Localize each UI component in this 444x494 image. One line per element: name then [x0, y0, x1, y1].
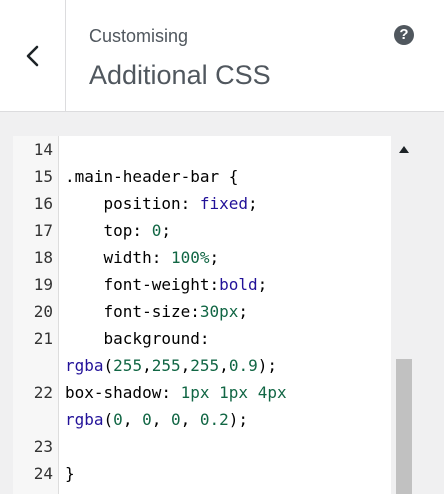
- line-number: 16: [33, 194, 53, 213]
- code-token: 255: [113, 356, 143, 375]
- code-line: 23: [13, 433, 391, 460]
- code-text: font-size:30px;: [65, 298, 249, 325]
- back-button[interactable]: [0, 0, 66, 111]
- code-token: 0: [151, 221, 162, 240]
- scroll-up-button[interactable]: [391, 136, 417, 162]
- code-token: ,: [180, 410, 200, 429]
- line-number: 22: [33, 383, 53, 402]
- help-icon[interactable]: ?: [394, 25, 414, 45]
- code-text: background:: [65, 325, 210, 352]
- line-number: 24: [33, 464, 53, 483]
- line-number: 14: [33, 140, 53, 159]
- code-token: ,: [151, 410, 171, 429]
- code-token: 30px: [199, 302, 239, 321]
- code-token: ,: [122, 410, 143, 429]
- code-token: font-weight:: [65, 275, 220, 294]
- line-number: 21: [33, 329, 53, 348]
- code-token: 1px: [180, 383, 210, 402]
- code-token: 100%: [170, 248, 210, 267]
- css-code-editor[interactable]: 14 15 .main-header-bar { 16 position: fixed…: [13, 136, 391, 494]
- code-token: rgba: [65, 356, 104, 375]
- code-text: box-shadow: 1px 1px 4px: [65, 379, 287, 406]
- code-line: 19 font-weight:bold;: [13, 271, 391, 298]
- code-token: 255: [190, 356, 220, 375]
- code-token: bold: [219, 275, 258, 294]
- arrow-up-icon: [399, 145, 409, 153]
- code-token: 0.2: [199, 410, 229, 429]
- line-number: 18: [33, 248, 53, 267]
- code-token: position:: [65, 194, 200, 213]
- code-token: rgba: [65, 410, 104, 429]
- code-token: ;: [161, 221, 171, 240]
- code-token: 0: [142, 410, 152, 429]
- line-number: 23: [33, 437, 53, 456]
- code-token: );: [257, 356, 277, 375]
- code-text: width: 100%;: [65, 244, 220, 271]
- code-token: ,: [219, 356, 229, 375]
- code-token: 255: [151, 356, 181, 375]
- code-token: fixed: [199, 194, 249, 213]
- code-token: 0: [170, 410, 181, 429]
- code-line: 21 background:: [13, 325, 391, 352]
- code-token: ;: [248, 194, 258, 213]
- code-token: 0.9: [228, 356, 258, 375]
- code-line: rgba(0, 0, 0, 0.2);: [13, 406, 391, 433]
- editor-scrollbar[interactable]: [391, 136, 417, 494]
- panel-subtitle: Customising: [89, 26, 189, 46]
- code-line: 18 width: 100%;: [13, 244, 391, 271]
- code-text: }: [65, 460, 75, 487]
- code-text: rgba(0, 0, 0, 0.2);: [65, 406, 248, 433]
- line-number: 19: [33, 275, 53, 294]
- code-line: 17 top: 0;: [13, 217, 391, 244]
- code-token: 1px: [219, 383, 249, 402]
- code-token: (: [103, 410, 114, 429]
- scrollbar-thumb[interactable]: [396, 359, 412, 494]
- code-token: 0: [113, 410, 123, 429]
- code-token: ;: [209, 248, 220, 267]
- code-line: 15 .main-header-bar {: [13, 163, 391, 190]
- code-token: font-size:: [65, 302, 200, 321]
- code-token: top:: [65, 221, 152, 240]
- code-text: rgba(255,255,255,0.9);: [65, 352, 277, 379]
- code-text: top: 0;: [65, 217, 171, 244]
- panel-title: Additional CSS: [89, 60, 271, 90]
- customizer-header: Customising Additional CSS ?: [0, 0, 444, 112]
- code-line: 24}: [13, 460, 391, 487]
- code-token: 4px: [257, 383, 287, 402]
- chevron-left-icon: [26, 45, 38, 66]
- code-token: width:: [65, 248, 171, 267]
- code-token: }: [65, 464, 75, 483]
- code-text: .main-header-bar {: [65, 163, 238, 190]
- code-token: );: [228, 410, 249, 429]
- code-text: font-weight:bold;: [65, 271, 268, 298]
- code-token: box-shadow:: [65, 383, 181, 402]
- code-token: ,: [180, 356, 191, 375]
- code-line: rgba(255,255,255,0.9);: [13, 352, 391, 379]
- code-token: .main-header-bar {: [65, 167, 239, 186]
- code-line: 14: [13, 136, 391, 163]
- code-line: 16 position: fixed;: [13, 190, 391, 217]
- code-token: ;: [238, 302, 249, 321]
- code-token: ,: [142, 356, 152, 375]
- line-number: 15: [33, 167, 53, 186]
- code-text: position: fixed;: [65, 190, 258, 217]
- line-number: 17: [33, 221, 53, 240]
- line-number: 20: [33, 302, 53, 321]
- code-token: background:: [65, 329, 210, 348]
- code-token: ;: [257, 275, 268, 294]
- code-token: (: [103, 356, 114, 375]
- code-line: 20 font-size:30px;: [13, 298, 391, 325]
- code-line: 22 box-shadow: 1px 1px 4px: [13, 379, 391, 406]
